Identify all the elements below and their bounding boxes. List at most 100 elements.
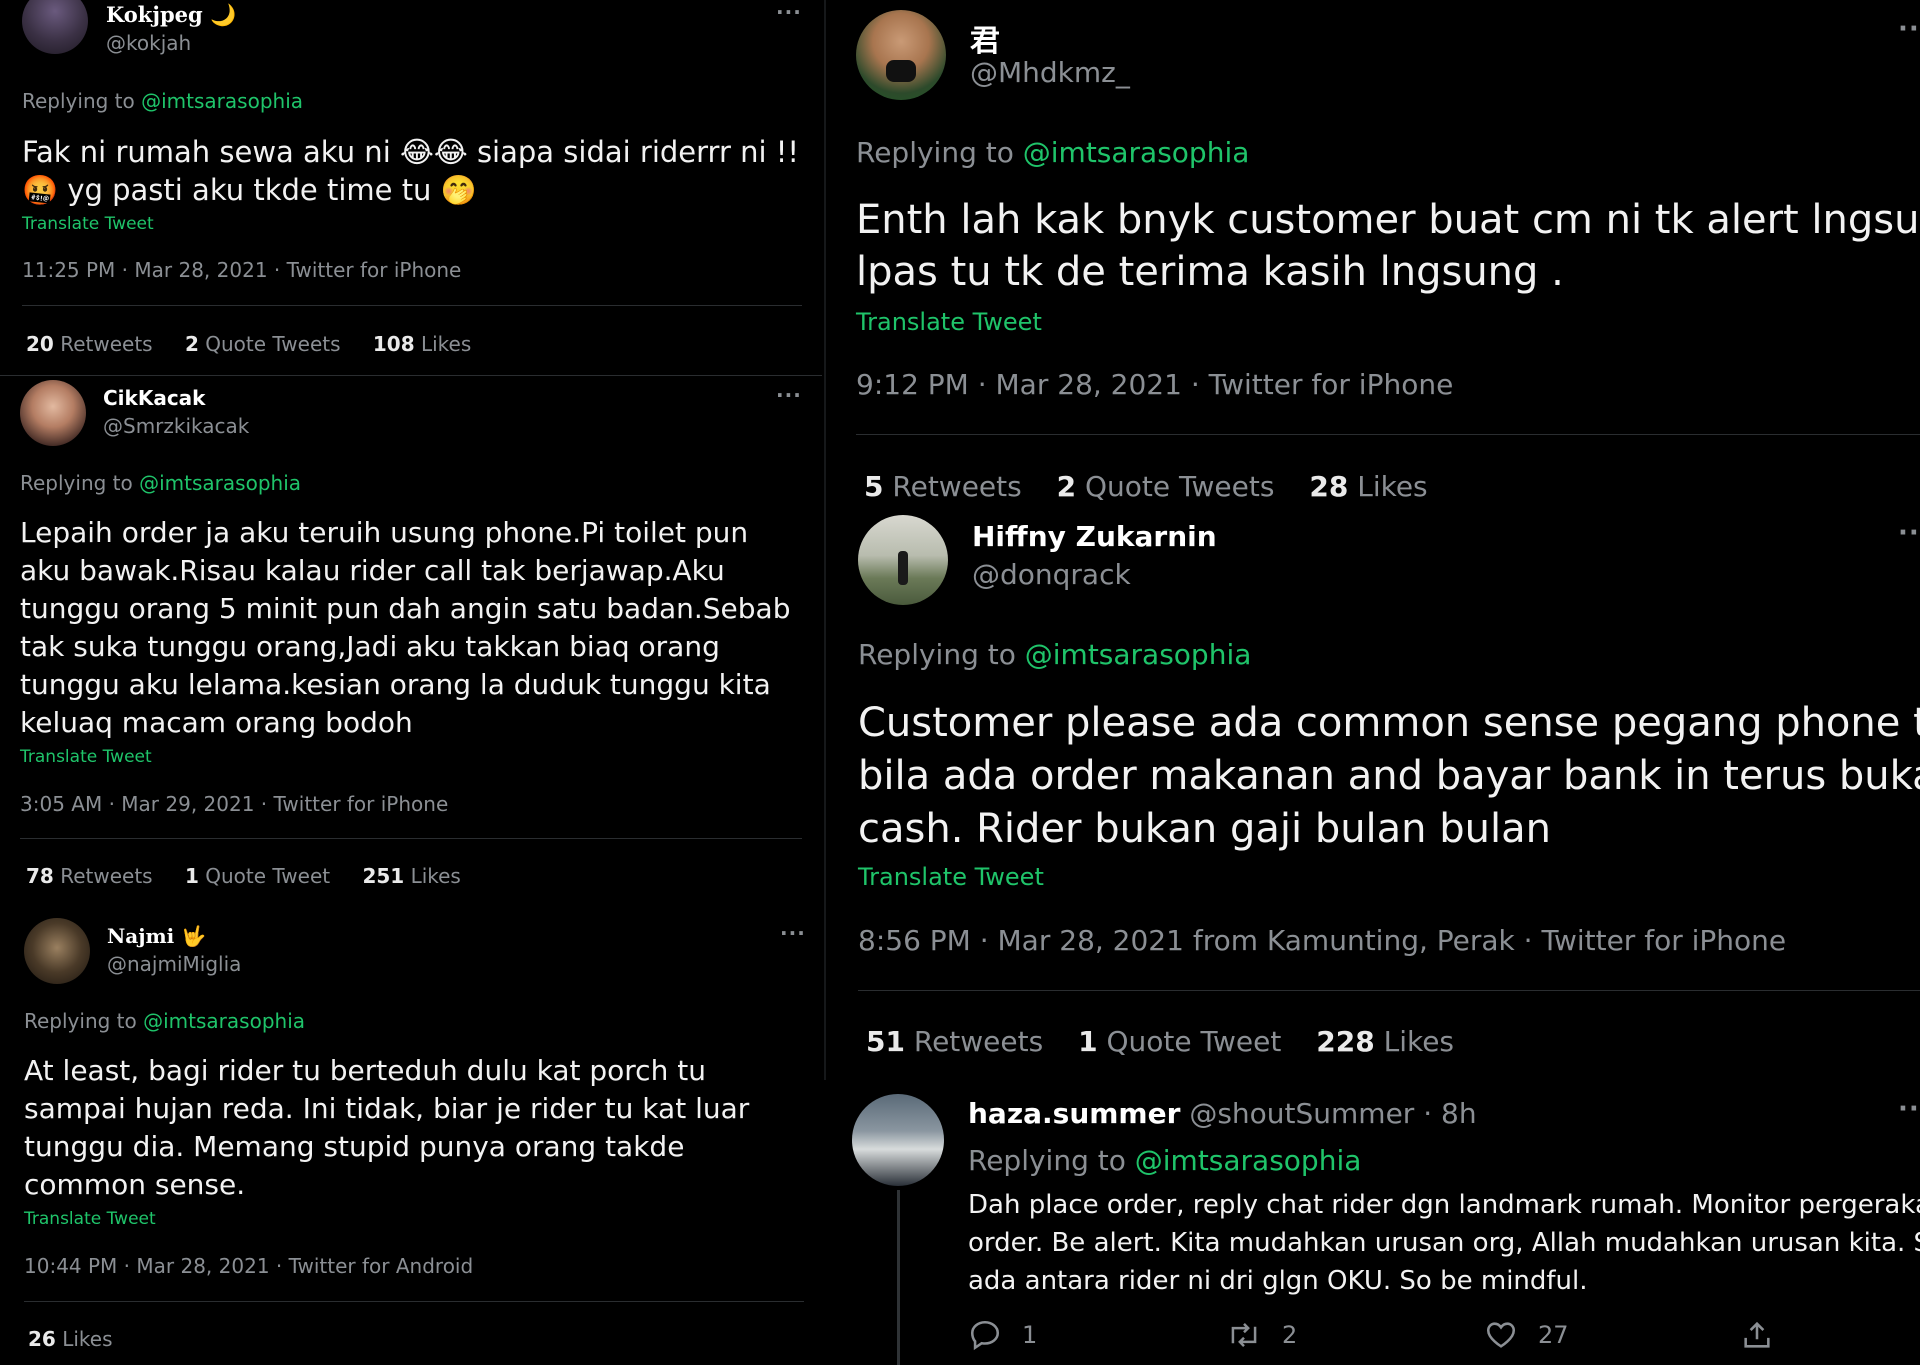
- handle[interactable]: @kokjah: [106, 31, 191, 55]
- text-line: Dah place order, reply chat rider dgn la…: [968, 1190, 1920, 1220]
- quote-tweets-stat[interactable]: 2 Quote Tweets: [185, 332, 341, 356]
- text-line: 🤬 yg pasti aku tkde time tu 🤭: [22, 173, 477, 207]
- mention-link[interactable]: @imtsarasophia: [1023, 136, 1250, 169]
- divider: [856, 434, 1920, 435]
- replying-to: Replying to @imtsarasophia: [968, 1144, 1361, 1177]
- share-icon[interactable]: [1740, 1318, 1774, 1352]
- mention-link[interactable]: @imtsarasophia: [1135, 1144, 1362, 1177]
- likes-stat[interactable]: 108 Likes: [373, 332, 471, 356]
- handle[interactable]: @Smrzkikacak: [103, 414, 249, 438]
- reply-action[interactable]: 1: [968, 1318, 1037, 1352]
- translate-tweet-link[interactable]: Translate Tweet: [24, 1209, 156, 1229]
- more-icon[interactable]: ···: [1898, 518, 1920, 548]
- reply-icon[interactable]: [968, 1318, 1002, 1352]
- divider: [22, 305, 802, 306]
- replying-to: Replying to @imtsarasophia: [24, 1009, 305, 1033]
- avatar[interactable]: [22, 0, 88, 54]
- tweet-stats: 51 Retweets 1 Quote Tweet 228 Likes: [866, 1025, 1454, 1058]
- left-panel: Kokjpeg 🌙 @kokjah ··· Replying to @imtsa…: [0, 0, 822, 1365]
- tweet-stats: 78 Retweets 1 Quote Tweet 251 Likes: [26, 864, 461, 888]
- handle[interactable]: @Mhdkmz_: [970, 56, 1130, 89]
- display-name[interactable]: CikKacak: [103, 386, 205, 410]
- text-line: Customer please ada common sense pegang …: [858, 700, 1920, 746]
- replying-prefix: Replying to: [968, 1144, 1135, 1177]
- translate-tweet-link[interactable]: Translate Tweet: [858, 863, 1044, 891]
- more-icon[interactable]: ···: [776, 0, 802, 24]
- mention-link[interactable]: @imtsarasophia: [139, 471, 301, 495]
- handle[interactable]: @najmiMiglia: [107, 952, 241, 976]
- translate-tweet-link[interactable]: Translate Tweet: [20, 747, 152, 767]
- quote-tweets-stat[interactable]: 1 Quote Tweet: [185, 864, 330, 888]
- tweet-timestamp[interactable]: 3:05 AM · Mar 29, 2021 · Twitter for iPh…: [20, 792, 448, 816]
- tweet-timestamp[interactable]: 10:44 PM · Mar 28, 2021 · Twitter for An…: [24, 1254, 473, 1278]
- text-line: tak suka tunggu orang,Jadi aku takkan bi…: [20, 630, 720, 663]
- tweet-timestamp[interactable]: 8:56 PM · Mar 28, 2021 from Kamunting, P…: [858, 924, 1786, 957]
- share-action[interactable]: [1740, 1318, 1774, 1352]
- replying-prefix: Replying to: [856, 136, 1023, 169]
- avatar[interactable]: [852, 1094, 944, 1186]
- retweet-icon[interactable]: [1226, 1318, 1262, 1352]
- tweet-stats: 20 Retweets 2 Quote Tweets 108 Likes: [26, 332, 471, 356]
- display-name[interactable]: Kokjpeg 🌙: [106, 2, 236, 28]
- text-line: order. Be alert. Kita mudahkan urusan or…: [968, 1228, 1920, 1258]
- tweet-text: Enth lah kak bnyk customer buat cm ni tk…: [856, 194, 1920, 298]
- retweet-count: 2: [1282, 1321, 1298, 1349]
- replying-to: Replying to @imtsarasophia: [856, 136, 1249, 169]
- quote-tweets-stat[interactable]: 2 Quote Tweets: [1057, 470, 1275, 503]
- text-line: tunggu dia. Memang stupid punya orang ta…: [24, 1130, 685, 1163]
- likes-stat[interactable]: 28 Likes: [1309, 470, 1427, 503]
- avatar[interactable]: [20, 380, 86, 446]
- avatar[interactable]: [856, 10, 946, 100]
- retweets-stat[interactable]: 78 Retweets: [26, 864, 153, 888]
- tweet-timestamp[interactable]: 9:12 PM · Mar 28, 2021 · Twitter for iPh…: [856, 368, 1453, 401]
- divider: [858, 990, 1920, 991]
- like-action[interactable]: 27: [1484, 1318, 1569, 1352]
- replying-to: Replying to @imtsarasophia: [20, 471, 301, 495]
- tweet-timestamp[interactable]: 11:25 PM · Mar 28, 2021 · Twitter for iP…: [22, 258, 461, 282]
- likes-stat[interactable]: 26 Likes: [28, 1327, 113, 1351]
- panel-divider: [824, 0, 826, 1080]
- mention-link[interactable]: @imtsarasophia: [141, 89, 303, 113]
- text-line: common sense.: [24, 1168, 246, 1201]
- more-icon[interactable]: ···: [1898, 14, 1920, 44]
- mention-link[interactable]: @imtsarasophia: [143, 1009, 305, 1033]
- display-name[interactable]: Hiffny Zukarnin: [972, 520, 1217, 553]
- likes-stat[interactable]: 251 Likes: [362, 864, 460, 888]
- replying-prefix: Replying to: [24, 1009, 144, 1033]
- avatar[interactable]: [858, 515, 948, 605]
- tweet-text: Dah place order, reply chat rider dgn la…: [968, 1186, 1920, 1300]
- handle[interactable]: @shoutSummer · 8h: [1189, 1097, 1476, 1130]
- replying-to: Replying to @imtsarasophia: [22, 89, 303, 113]
- more-icon[interactable]: ···: [780, 921, 806, 945]
- text-line: ada antara rider ni dri glgn OKU. So be …: [968, 1266, 1588, 1296]
- tweet-stats: 26 Likes: [28, 1327, 113, 1351]
- replying-to: Replying to @imtsarasophia: [858, 638, 1251, 671]
- divider: [24, 1301, 804, 1302]
- display-name[interactable]: haza.summer: [968, 1097, 1180, 1130]
- retweet-action[interactable]: 2: [1226, 1318, 1297, 1352]
- display-name[interactable]: Najmi 🤟: [107, 924, 206, 948]
- translate-tweet-link[interactable]: Translate Tweet: [856, 308, 1042, 336]
- retweets-stat[interactable]: 20 Retweets: [26, 332, 153, 356]
- heart-icon[interactable]: [1484, 1318, 1518, 1352]
- tweet-separator: [0, 375, 822, 376]
- retweets-stat[interactable]: 5 Retweets: [864, 470, 1022, 503]
- handle[interactable]: @donqrack: [972, 558, 1131, 591]
- text-line: tunggu aku lelama.kesian orang la duduk …: [20, 668, 771, 701]
- likes-stat[interactable]: 228 Likes: [1316, 1025, 1454, 1058]
- more-icon[interactable]: ···: [776, 383, 802, 407]
- tweet-text: Customer please ada common sense pegang …: [858, 697, 1920, 856]
- more-icon[interactable]: ···: [1898, 1094, 1920, 1124]
- mention-link[interactable]: @imtsarasophia: [1025, 638, 1252, 671]
- right-panel: 君 @Mhdkmz_ ··· Replying to @imtsarasophi…: [830, 0, 1920, 1365]
- replying-prefix: Replying to: [20, 471, 140, 495]
- avatar[interactable]: [24, 918, 90, 984]
- display-name[interactable]: 君: [970, 16, 1000, 60]
- quote-tweets-stat[interactable]: 1 Quote Tweet: [1078, 1025, 1281, 1058]
- replying-prefix: Replying to: [22, 89, 142, 113]
- retweets-stat[interactable]: 51 Retweets: [866, 1025, 1043, 1058]
- translate-tweet-link[interactable]: Translate Tweet: [22, 214, 154, 234]
- text-line: keluaq macam orang bodoh: [20, 706, 413, 739]
- replying-prefix: Replying to: [858, 638, 1025, 671]
- text-line: bila ada order makanan and bayar bank in…: [858, 753, 1920, 799]
